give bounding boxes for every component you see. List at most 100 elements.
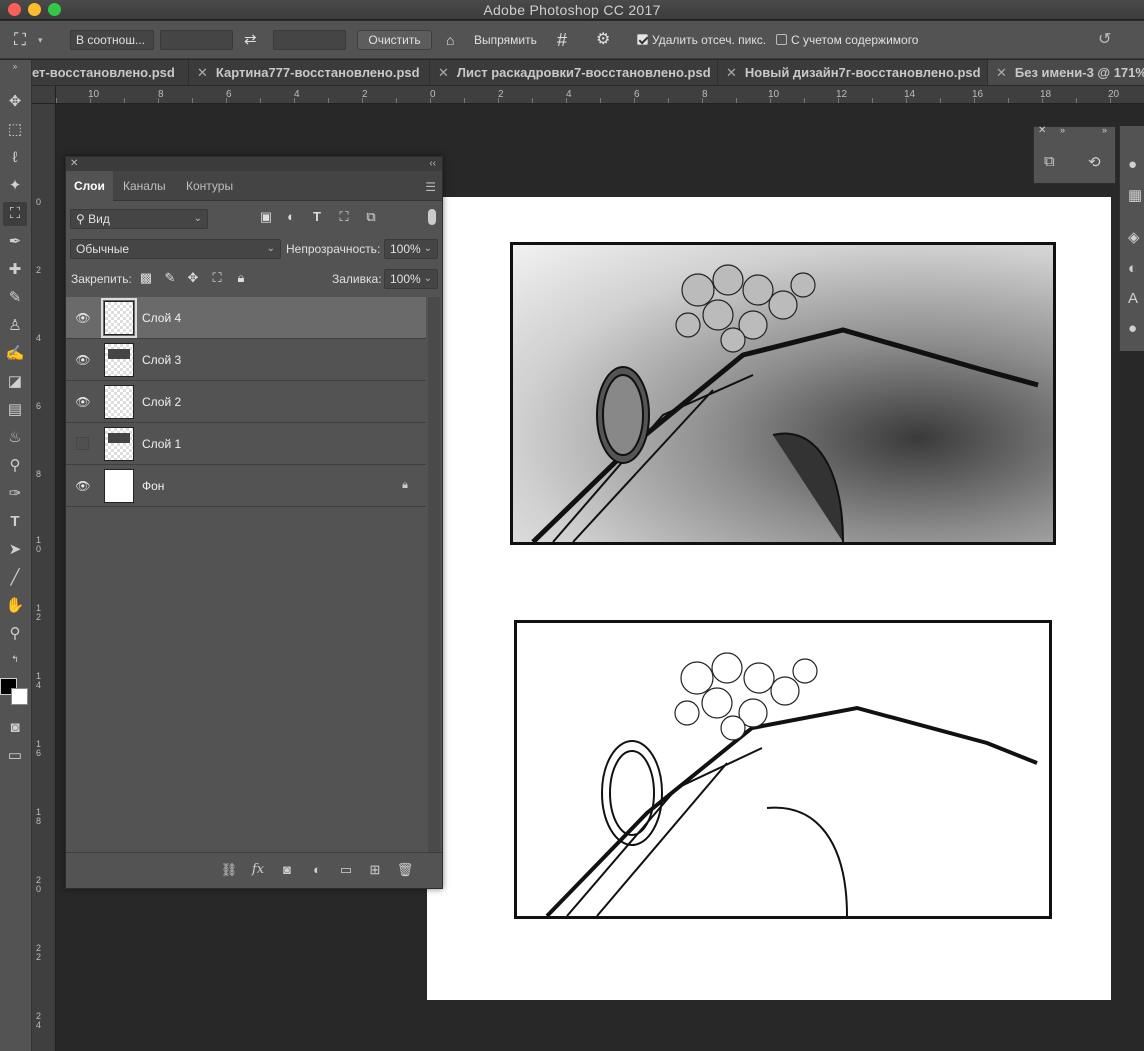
reset-icon[interactable]: ↺ (1098, 29, 1111, 49)
new-layer-icon[interactable]: ⊞ (366, 862, 384, 878)
move-tool-icon[interactable]: ✥ (3, 90, 27, 114)
grid-icon[interactable]: # (557, 29, 567, 51)
adjustment-layer-icon[interactable]: ◐ (308, 862, 326, 877)
line-tool-icon[interactable]: ╱ (3, 566, 27, 590)
document-canvas[interactable] (427, 197, 1111, 1000)
lock-icon[interactable]: 🔒︎ (402, 479, 408, 492)
shape-filter-icon[interactable]: ⛶ (336, 209, 352, 225)
filter-kind-select[interactable]: ⚲ Вид ⌄ (70, 209, 208, 229)
layer-name[interactable]: Слой 3 (142, 339, 181, 381)
tab-document-4[interactable]: ✕ Новый дизайн7г-восстановлено.psd (718, 60, 988, 85)
screen-mode-icon[interactable]: ▭ (3, 744, 27, 768)
brush-tool-icon[interactable]: ✎ (3, 286, 27, 310)
crop-tool-icon[interactable]: ⛶ (3, 202, 27, 226)
tab-document-1[interactable]: ет-восстановлено.psd (32, 60, 189, 85)
filter-toggle[interactable] (428, 209, 436, 225)
layer-name[interactable]: Слой 2 (142, 381, 181, 423)
smart-object-filter-icon[interactable]: ⧉ (363, 209, 379, 225)
eraser-tool-icon[interactable]: ◪ (3, 370, 27, 394)
content-aware-checkbox[interactable]: С учетом содержимого (776, 29, 918, 51)
straighten-label[interactable]: Выпрямить (474, 29, 537, 51)
ratio-select[interactable]: В соотнош... (70, 30, 154, 50)
new-group-icon[interactable]: ▭ (337, 862, 355, 878)
eye-icon[interactable]: 👁︎ (75, 395, 91, 409)
layer-row[interactable]: Слой 1 (66, 423, 426, 465)
collapse-icon[interactable]: » (1102, 125, 1107, 135)
tab-document-3[interactable]: ✕ Лист раскадровки7-восстановлено.psd (430, 60, 718, 85)
eye-icon[interactable]: 👁︎ (75, 353, 91, 367)
tab-document-5[interactable]: ✕ Без имени-3 @ 171% (988, 60, 1144, 85)
tab-channels[interactable]: Каналы (115, 171, 174, 201)
add-mask-icon[interactable]: ◙ (278, 862, 296, 877)
expand-toolbar-icon[interactable]: » (3, 62, 27, 72)
eye-icon[interactable]: 👁︎ (75, 479, 91, 493)
eye-icon[interactable]: 👁︎ (75, 311, 91, 325)
collapse-icon[interactable]: ‹‹ (429, 157, 436, 171)
layer-row[interactable]: 👁︎ Слой 3 (66, 339, 426, 381)
delete-cropped-checkbox[interactable]: Удалить отсеч. пикс. (637, 29, 766, 51)
path-selection-tool-icon[interactable]: ➤ (3, 538, 27, 562)
clear-button[interactable]: Очистить (357, 30, 432, 50)
dodge-tool-icon[interactable]: ⚲ (3, 454, 27, 478)
lock-artboard-icon[interactable]: ⛶ (209, 270, 225, 286)
adjustments-icon[interactable]: ◐ (1128, 260, 1137, 277)
gradient-tool-icon[interactable]: ▤ (3, 398, 27, 422)
zoom-tool-icon[interactable]: ⚲ (3, 622, 27, 646)
swap-colors-icon[interactable]: ↰ (3, 652, 27, 666)
crop-icon[interactable]: ⛶ (14, 29, 26, 51)
magic-wand-tool-icon[interactable]: ✦ (3, 174, 27, 198)
clone-stamp-tool-icon[interactable]: ♙ (3, 314, 27, 338)
swap-arrows-icon[interactable]: ⇄ (244, 29, 257, 51)
close-icon[interactable]: ✕ (438, 65, 449, 80)
layer-name[interactable]: Слой 1 (142, 423, 181, 465)
close-icon[interactable]: ✕ (1038, 125, 1046, 136)
gear-icon[interactable]: ⚙ (596, 29, 610, 51)
eyedropper-tool-icon[interactable]: ✒ (3, 230, 27, 254)
close-icon[interactable]: ✕ (70, 157, 78, 171)
visibility-toggle-off[interactable] (76, 437, 89, 450)
delete-layer-icon[interactable]: 🗑︎ (396, 862, 414, 878)
layers-scrollbar[interactable] (428, 297, 440, 857)
blend-mode-select[interactable]: Обычные ⌄ (70, 239, 281, 259)
paragraph-icon[interactable]: ● (1128, 320, 1137, 337)
fill-input[interactable]: 100% ⌄ (384, 269, 438, 289)
layer-row[interactable]: 👁︎ Фон 🔒︎ (66, 465, 426, 507)
chevron-down-icon[interactable]: ▾ (38, 29, 43, 51)
layer-name[interactable]: Фон (142, 465, 164, 507)
adjustment-filter-icon[interactable]: ◐ (283, 209, 299, 224)
ruler-origin[interactable] (32, 86, 56, 104)
fx-icon[interactable]: fx (249, 862, 267, 877)
close-icon[interactable]: ✕ (726, 65, 737, 80)
lock-image-icon[interactable]: ✎ (162, 270, 178, 286)
hand-tool-icon[interactable]: ✋ (3, 594, 27, 618)
collapse-icon[interactable]: » (1060, 125, 1065, 135)
history-icon[interactable]: ⟲ (1088, 153, 1101, 171)
panel-menu-icon[interactable]: ☰ (425, 180, 436, 194)
pen-tool-icon[interactable]: ✑ (3, 482, 27, 506)
type-filter-icon[interactable]: T (309, 209, 325, 224)
quick-mask-icon[interactable]: ◙ (3, 716, 27, 740)
close-icon[interactable]: ✕ (197, 65, 208, 80)
opacity-input[interactable]: 100% ⌄ (384, 239, 438, 259)
background-color-swatch[interactable] (11, 688, 28, 705)
blur-tool-icon[interactable]: ♨ (3, 426, 27, 450)
panel-header[interactable]: ✕ ‹‹ (66, 157, 442, 171)
lasso-tool-icon[interactable]: ℓ (3, 146, 27, 170)
layer-row[interactable]: 👁︎ Слой 2 (66, 381, 426, 423)
color-icon[interactable]: ● (1128, 156, 1137, 173)
swatches-icon[interactable]: ▦ (1128, 186, 1142, 204)
straighten-icon[interactable]: ⌂ (446, 29, 454, 51)
type-tool-icon[interactable]: T (3, 510, 27, 534)
character-icon[interactable]: A (1128, 290, 1138, 307)
tab-document-2[interactable]: ✕ Картина777-восстановлено.psd (189, 60, 430, 85)
width-input[interactable] (160, 30, 233, 50)
link-layers-icon[interactable]: ⛓ (220, 862, 238, 878)
healing-brush-tool-icon[interactable]: ✚ (3, 258, 27, 282)
marquee-tool-icon[interactable]: ⬚ (3, 118, 27, 142)
lock-position-icon[interactable]: ✥ (185, 270, 201, 286)
lock-all-icon[interactable]: 🔒︎ (233, 270, 249, 286)
clone-source-icon[interactable]: ⧉ (1044, 153, 1055, 170)
close-icon[interactable]: ✕ (996, 65, 1007, 80)
layer-name[interactable]: Слой 4 (142, 297, 181, 339)
history-brush-tool-icon[interactable]: ✍ (3, 342, 27, 366)
